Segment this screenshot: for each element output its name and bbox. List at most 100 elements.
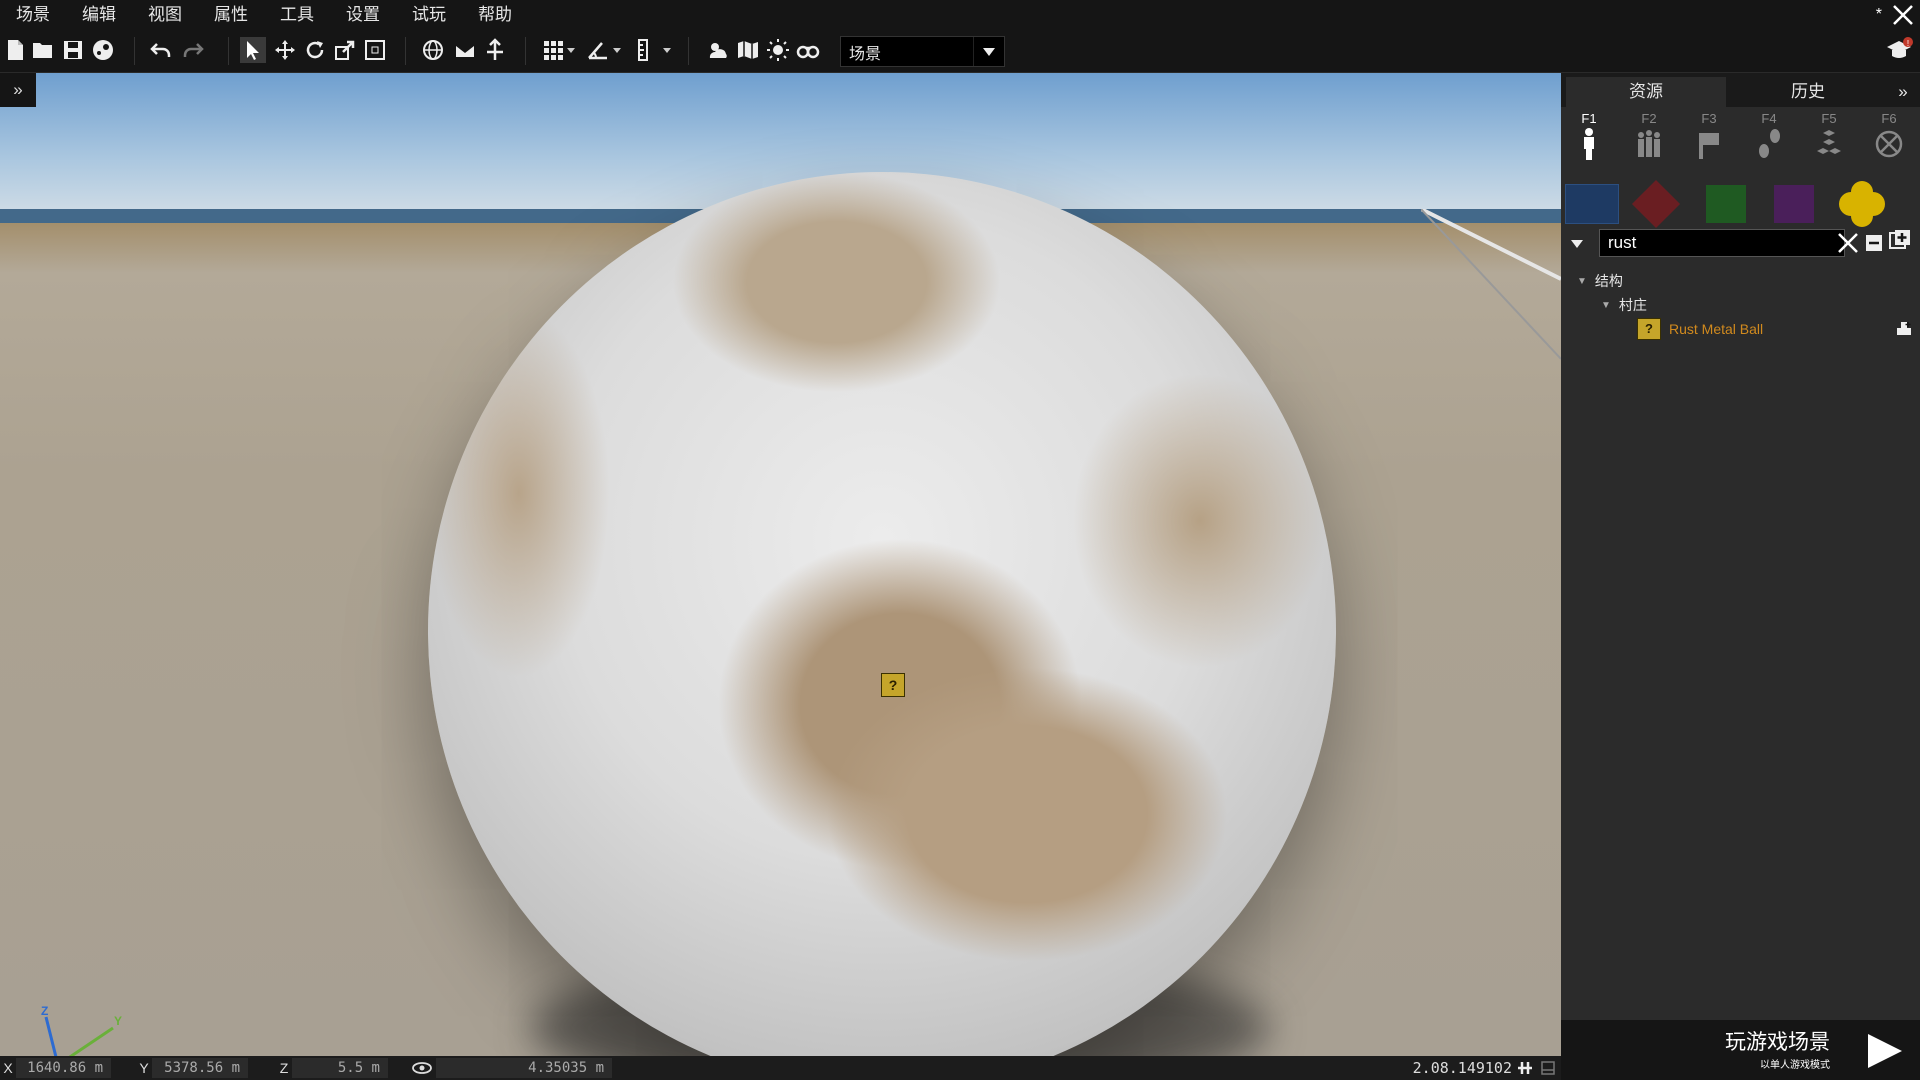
save-icon[interactable] bbox=[60, 37, 86, 63]
object-icon: ? bbox=[1637, 318, 1661, 340]
side-civilian-button[interactable] bbox=[1765, 179, 1823, 229]
tree-item-rust-metal-ball[interactable]: ? Rust Metal Ball bbox=[1637, 318, 1764, 340]
menu-scenario[interactable]: 场景 bbox=[0, 0, 66, 29]
asset-browser-panel: 资源 历史 » F1 F2 F3 F4 F5 F6 ▼ 结构 bbox=[1561, 73, 1920, 1020]
panel-tabs: 资源 历史 » bbox=[1561, 73, 1920, 107]
menu-help[interactable]: 帮助 bbox=[462, 0, 528, 29]
z-coordinate-readout: 5.5 m bbox=[292, 1058, 388, 1078]
collapse-all-icon[interactable] bbox=[1865, 234, 1883, 252]
svg-text:Y: Y bbox=[114, 1014, 122, 1028]
status-bar: X 1640.86 m Y 5378.56 m Z 5.5 m 4.35035 … bbox=[0, 1056, 1561, 1080]
rust-metal-ball-object[interactable] bbox=[428, 172, 1336, 1056]
game-version: 2.08.149102 bbox=[1412, 1059, 1512, 1077]
new-file-icon[interactable] bbox=[2, 37, 28, 63]
scale-dropdown-icon[interactable] bbox=[660, 37, 674, 63]
binoculars-icon[interactable] bbox=[795, 37, 821, 63]
menu-edit[interactable]: 编辑 bbox=[66, 0, 132, 29]
tab-assets[interactable]: 资源 bbox=[1566, 77, 1726, 107]
expand-all-icon[interactable] bbox=[1889, 229, 1911, 251]
tab-history[interactable]: 历史 bbox=[1728, 77, 1888, 107]
select-tool-icon[interactable] bbox=[240, 37, 266, 63]
z-label: Z bbox=[279, 1060, 289, 1076]
play-scenario-bar[interactable]: 玩游戏场景 以单人游戏模式 bbox=[1561, 1020, 1920, 1080]
svg-text:Z: Z bbox=[41, 1004, 48, 1018]
chevron-down-icon[interactable] bbox=[973, 37, 1004, 66]
tab-modules[interactable]: F5 bbox=[1801, 111, 1857, 171]
single-unit-icon bbox=[1584, 128, 1594, 160]
tab-markers[interactable]: F3 bbox=[1681, 111, 1737, 171]
map-icon[interactable] bbox=[735, 37, 761, 63]
tree-item-label: Rust Metal Ball bbox=[1669, 321, 1764, 337]
x-label: X bbox=[3, 1060, 13, 1076]
scale-snap-icon[interactable] bbox=[630, 37, 656, 63]
3d-viewport[interactable]: ? Z Y X bbox=[0, 73, 1561, 1056]
rotate-tool-icon[interactable] bbox=[302, 37, 328, 63]
expand-left-panel-button[interactable]: » bbox=[0, 73, 36, 107]
runway-edge bbox=[1421, 209, 1561, 360]
menu-attributes[interactable]: 属性 bbox=[198, 0, 264, 29]
side-empty-button[interactable] bbox=[1833, 179, 1891, 229]
menu-tools[interactable]: 工具 bbox=[264, 0, 330, 29]
tree-node-label: 结构 bbox=[1594, 273, 1623, 289]
weather-icon[interactable] bbox=[705, 37, 731, 63]
rotation-dropdown-icon[interactable] bbox=[610, 37, 624, 63]
tab-key-label: F1 bbox=[1581, 111, 1597, 126]
tab-units[interactable]: F1 bbox=[1561, 111, 1617, 171]
camera-distance-readout: 4.35035 m bbox=[436, 1058, 612, 1078]
side-blufor-button[interactable] bbox=[1563, 179, 1621, 229]
search-filter-dropdown-icon[interactable] bbox=[1565, 231, 1589, 257]
search-bar bbox=[1565, 227, 1916, 261]
redo-icon[interactable] bbox=[180, 37, 206, 63]
menu-settings[interactable]: 设置 bbox=[330, 0, 396, 29]
y-label: Y bbox=[139, 1060, 149, 1076]
cursor-position-icon[interactable] bbox=[1516, 1060, 1534, 1076]
expand-triangle-icon[interactable]: ▼ bbox=[1601, 300, 1611, 311]
side-independent-button[interactable] bbox=[1697, 179, 1755, 229]
empty-icon bbox=[1875, 130, 1903, 158]
window-mode-icon[interactable] bbox=[1540, 1060, 1556, 1076]
scale-tool-icon[interactable] bbox=[332, 37, 358, 63]
unsaved-marker: * bbox=[1875, 5, 1882, 23]
modules-icon bbox=[1817, 130, 1841, 154]
undo-icon[interactable] bbox=[148, 37, 174, 63]
x-coordinate-readout: 1640.86 m bbox=[16, 1058, 111, 1078]
group-icon bbox=[1638, 130, 1660, 157]
y-coordinate-readout: 5378.56 m bbox=[152, 1058, 248, 1078]
menu-view[interactable]: 视图 bbox=[132, 0, 198, 29]
collapse-panel-button[interactable]: » bbox=[1891, 77, 1915, 107]
side-opfor-button[interactable] bbox=[1627, 179, 1685, 229]
lighting-icon[interactable] bbox=[765, 37, 791, 63]
flag-marker-icon bbox=[1699, 133, 1719, 159]
grid-toggle-icon[interactable] bbox=[540, 37, 566, 63]
rotation-snap-icon[interactable] bbox=[585, 37, 611, 63]
clear-search-icon[interactable] bbox=[1835, 230, 1861, 256]
menu-play[interactable]: 试玩 bbox=[396, 0, 462, 29]
add-composition-icon[interactable] bbox=[1895, 320, 1913, 338]
translate-tool-icon[interactable] bbox=[272, 37, 298, 63]
close-icon[interactable] bbox=[1892, 4, 1914, 26]
surface-snap-icon[interactable] bbox=[452, 37, 478, 63]
open-folder-icon[interactable] bbox=[30, 37, 56, 63]
tree-node-structures[interactable]: ▼ 结构 bbox=[1577, 271, 1623, 291]
steam-publish-icon[interactable] bbox=[90, 37, 116, 63]
expand-triangle-icon[interactable]: ▼ bbox=[1577, 276, 1587, 287]
play-scenario-subtitle: 以单人游戏模式 bbox=[1760, 1060, 1830, 1071]
tree-node-village[interactable]: ▼ 村庄 bbox=[1601, 295, 1647, 315]
play-icon[interactable] bbox=[1864, 1032, 1904, 1070]
object-marker-icon[interactable]: ? bbox=[881, 673, 905, 697]
tree-node-label: 村庄 bbox=[1618, 297, 1647, 313]
waypoint-icon bbox=[1759, 129, 1780, 158]
tab-empty[interactable]: F6 bbox=[1861, 111, 1917, 171]
area-select-icon[interactable] bbox=[362, 37, 388, 63]
grid-dropdown-icon[interactable] bbox=[564, 37, 578, 63]
tab-waypoints[interactable]: F4 bbox=[1741, 111, 1797, 171]
tutorial-notification-icon[interactable]: ! bbox=[1884, 36, 1914, 64]
layer-select[interactable]: 场景 bbox=[840, 36, 1005, 67]
vertical-mode-icon[interactable] bbox=[482, 37, 508, 63]
world-space-icon[interactable] bbox=[420, 37, 446, 63]
axis-gizmo: Z Y X bbox=[41, 1004, 122, 1056]
search-input[interactable] bbox=[1599, 229, 1845, 257]
play-scenario-title: 玩游戏场景 bbox=[1725, 1031, 1830, 1054]
tab-groups[interactable]: F2 bbox=[1621, 111, 1677, 171]
svg-text:!: ! bbox=[1907, 39, 1909, 48]
